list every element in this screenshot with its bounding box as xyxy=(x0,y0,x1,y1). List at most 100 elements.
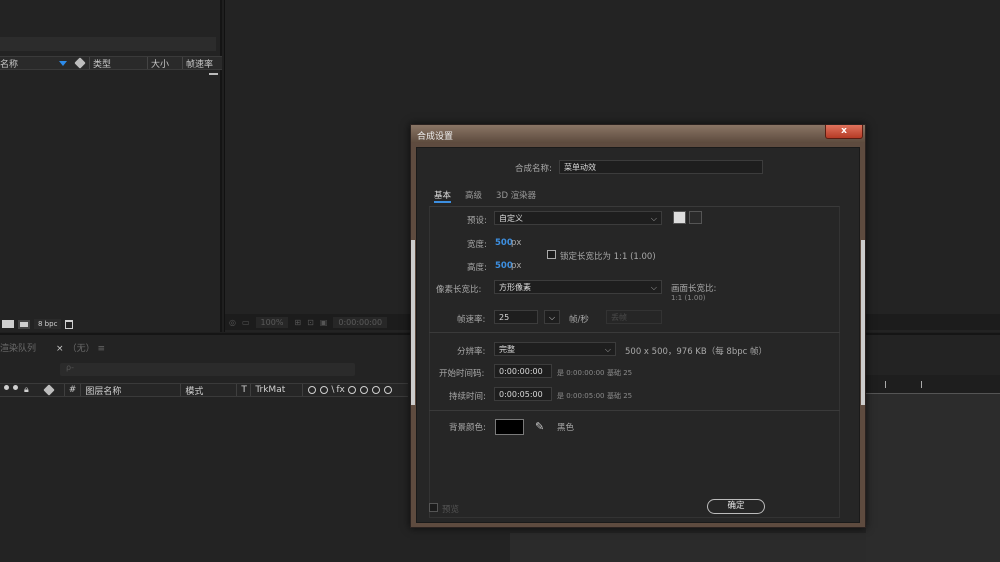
chevron-down-icon: ⌵ xyxy=(604,345,611,354)
preset-label: 预设: xyxy=(467,216,487,226)
chevron-down-icon: ⌵ xyxy=(549,313,556,322)
framerate-dropdown[interactable]: ⌵ xyxy=(544,310,560,324)
pixel-aspect-value: 方形像素 xyxy=(499,283,531,292)
lock-icon[interactable]: 🔒︎ xyxy=(24,385,29,395)
shy-icon[interactable] xyxy=(308,386,317,394)
lock-aspect-checkbox[interactable] xyxy=(547,250,556,259)
eyedropper-icon[interactable]: ✎ xyxy=(535,420,544,433)
start-timecode-input[interactable]: 0:00:00:00 xyxy=(494,364,552,378)
tab-comp-label: （无） xyxy=(67,343,95,354)
region-icon[interactable]: ⊡ xyxy=(307,318,314,327)
tab-basic[interactable]: 基本 xyxy=(434,189,452,203)
zoom-select[interactable]: 100% xyxy=(255,316,289,328)
adjustment-icon[interactable] xyxy=(371,386,380,394)
monitor-icon[interactable]: ▭ xyxy=(242,318,250,327)
resolution-value: 完整 xyxy=(499,345,515,354)
dialog-title: 合成设置 xyxy=(411,125,865,143)
pixel-aspect-label: 像素长宽比: xyxy=(436,285,482,295)
video-switch-icon[interactable] xyxy=(4,385,9,390)
frame-aspect-value: 1:1 (1.00) xyxy=(671,294,706,302)
duration-base: 基础 25 xyxy=(607,392,633,400)
resolution-info: 500 x 500，976 KB（每 8bpc 帧） xyxy=(625,347,767,357)
preset-value: 自定义 xyxy=(499,214,523,223)
av-switches[interactable]: 🔒︎ xyxy=(0,385,33,395)
chevron-down-icon: ⌵ xyxy=(650,283,657,292)
layer-switches[interactable]: \ fx xyxy=(302,384,397,396)
column-size[interactable]: 大小 xyxy=(147,57,182,70)
new-folder-icon[interactable] xyxy=(2,320,14,328)
bgcolor-label: 背景颜色: xyxy=(449,423,486,433)
lock-aspect-label: 锁定长宽比为 1:1 (1.00) xyxy=(560,252,656,262)
bpc-button[interactable]: 8 bpc xyxy=(34,319,62,329)
resolution-dropdown[interactable]: 完整 ⌵ xyxy=(494,342,616,356)
close-icon[interactable]: × xyxy=(56,344,64,354)
column-mode[interactable]: 模式 xyxy=(180,384,236,397)
flowchart-icon[interactable] xyxy=(209,73,218,80)
tab-3d-renderer[interactable]: 3D 渲染器 xyxy=(496,189,536,203)
bgcolor-swatch[interactable] xyxy=(495,419,524,435)
bgcolor-name: 黑色 xyxy=(557,423,575,433)
framerate-label: 帧速率: xyxy=(457,315,486,325)
new-composition-icon[interactable] xyxy=(18,319,30,329)
drop-frame-dropdown[interactable]: 丢帧 xyxy=(606,310,662,324)
width-label: 宽度: xyxy=(467,240,487,250)
column-framerate[interactable]: 帧速率 xyxy=(182,57,222,70)
sort-arrow-icon[interactable] xyxy=(59,60,67,66)
layer-column-header: 🔒︎ # 图层名称 模式 T TrkMat \ fx xyxy=(0,383,408,397)
timeline-track-area[interactable] xyxy=(866,393,1000,562)
column-trkmat[interactable]: TrkMat xyxy=(250,384,302,396)
settings-tabs: 基本 高级 3D 渲染器 xyxy=(434,189,536,203)
column-index[interactable]: # xyxy=(63,384,81,396)
column-type[interactable]: 类型 xyxy=(89,57,147,70)
3d-layer-icon[interactable] xyxy=(383,386,392,394)
magnify-icon[interactable]: ◎ xyxy=(229,318,236,327)
delete-preset-icon[interactable] xyxy=(689,211,702,224)
ruler-tick xyxy=(885,381,886,388)
project-search-bar[interactable] xyxy=(0,37,216,51)
duration-label: 持续时间: xyxy=(449,392,486,402)
frame-blend-icon[interactable] xyxy=(347,386,356,394)
duration-input[interactable]: 0:00:05:00 xyxy=(494,387,552,401)
save-preset-icon[interactable] xyxy=(673,211,686,224)
ok-button[interactable]: 确定 xyxy=(707,499,765,514)
tab-advanced[interactable]: 高级 xyxy=(465,189,482,203)
column-t[interactable]: T xyxy=(236,384,250,396)
camera-icon[interactable]: ▣ xyxy=(320,318,328,327)
motion-blur-icon[interactable] xyxy=(359,386,368,394)
dialog-close-button[interactable]: x xyxy=(825,125,863,139)
start-timecode-label: 开始时间码: xyxy=(439,369,485,379)
preview-label: 预览 xyxy=(442,505,460,515)
project-footer: 8 bpc xyxy=(0,318,222,330)
menu-icon[interactable]: ≡ xyxy=(97,344,105,354)
fx-icon[interactable]: fx xyxy=(336,385,345,395)
timeline-footer-area xyxy=(510,533,866,562)
start-timecode-info: 是 0:00:00:00 xyxy=(557,369,605,377)
label-tag-icon[interactable] xyxy=(74,57,86,69)
project-column-header: 名称 类型 大小 帧速率 xyxy=(0,56,222,70)
column-layer-name[interactable]: 图层名称 xyxy=(80,384,180,397)
grid-icon[interactable]: ⊞ xyxy=(294,318,301,327)
collapse-icon[interactable] xyxy=(320,386,329,394)
tab-comp-none[interactable]: × （无） ≡ xyxy=(56,341,105,354)
height-unit: px xyxy=(511,261,522,271)
framerate-input[interactable]: 25 xyxy=(494,310,538,324)
frame-aspect-label: 画面长宽比: xyxy=(671,284,717,294)
timeline-search-input[interactable]: ρ- xyxy=(60,363,355,376)
dialog-body: 合成名称: 菜单动效 基本 高级 3D 渲染器 预设: 自定义 ⌵ 宽度: 50… xyxy=(416,147,860,523)
preview-checkbox[interactable] xyxy=(429,503,438,512)
chevron-down-icon: ⌵ xyxy=(650,214,657,223)
preset-dropdown[interactable]: 自定义 ⌵ xyxy=(494,211,662,225)
column-name[interactable]: 名称 xyxy=(0,57,55,70)
pixel-aspect-dropdown[interactable]: 方形像素 ⌵ xyxy=(494,280,662,294)
trash-icon[interactable] xyxy=(65,319,74,329)
time-ruler[interactable] xyxy=(866,375,1000,393)
tab-render-queue[interactable]: 渲染队列 xyxy=(0,341,36,354)
project-panel: 名称 类型 大小 帧速率 8 bpc xyxy=(0,0,222,332)
viewer-timecode[interactable]: 0:00:00:00 xyxy=(333,316,388,328)
divider xyxy=(429,332,840,333)
label-tag-icon[interactable] xyxy=(43,384,55,396)
comp-name-input[interactable]: 菜单动效 xyxy=(559,160,763,174)
solo-icon[interactable] xyxy=(13,385,18,390)
quality-icon[interactable]: \ xyxy=(331,385,334,395)
after-effects-window: 名称 类型 大小 帧速率 8 bpc ◎ ▭ 100% ⊞ ⊡ ▣ 0:00:0… xyxy=(0,0,1000,562)
